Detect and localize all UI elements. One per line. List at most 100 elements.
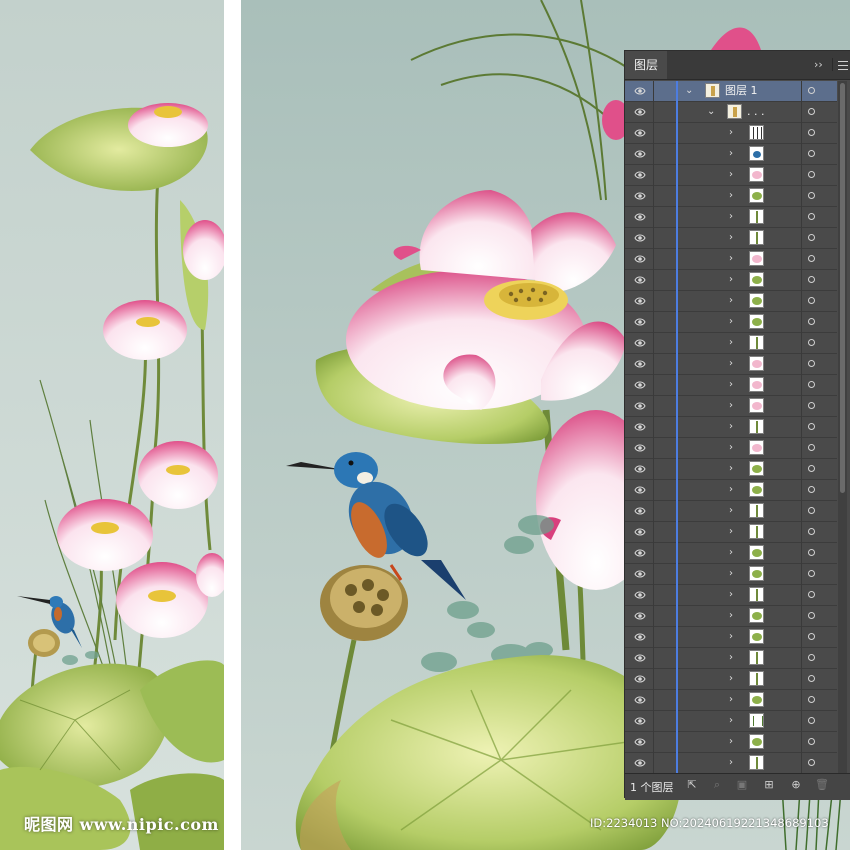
eye-icon[interactable]	[634, 527, 646, 537]
chevron-right-icon[interactable]: ›	[729, 714, 733, 728]
export-icon[interactable]: ⇱	[686, 779, 698, 791]
eye-icon[interactable]	[634, 443, 646, 453]
target-circle-icon[interactable]	[808, 570, 815, 577]
eye-icon[interactable]	[634, 212, 646, 222]
chevron-right-icon[interactable]: ›	[729, 756, 733, 770]
chevron-right-icon[interactable]: ›	[729, 630, 733, 644]
eye-icon[interactable]	[634, 632, 646, 642]
chevron-right-icon[interactable]: ›	[729, 546, 733, 560]
layer-row[interactable]: ›	[625, 690, 837, 711]
chevron-right-icon[interactable]: ›	[729, 273, 733, 287]
layer-name[interactable]: 图层 1	[725, 84, 758, 98]
layer-row[interactable]: ›	[625, 459, 837, 480]
chevron-right-icon[interactable]: ›	[729, 168, 733, 182]
layer-row[interactable]: ›	[625, 270, 837, 291]
eye-icon[interactable]	[634, 464, 646, 474]
eye-icon[interactable]	[634, 737, 646, 747]
target-circle-icon[interactable]	[808, 633, 815, 640]
target-circle-icon[interactable]	[808, 234, 815, 241]
eye-icon[interactable]	[634, 296, 646, 306]
layer-row[interactable]: ›	[625, 564, 837, 585]
layer-row[interactable]: ›	[625, 669, 837, 690]
target-circle-icon[interactable]	[808, 423, 815, 430]
eye-icon[interactable]	[634, 128, 646, 138]
tab-layers[interactable]: 图层	[625, 51, 668, 79]
layer-row[interactable]: ›	[625, 501, 837, 522]
panel-menu-icon[interactable]	[832, 58, 850, 71]
target-circle-icon[interactable]	[808, 87, 815, 94]
layer-row[interactable]: ›	[625, 585, 837, 606]
layer-row[interactable]: ›	[625, 543, 837, 564]
target-circle-icon[interactable]	[808, 318, 815, 325]
eye-icon[interactable]	[634, 485, 646, 495]
chevron-right-icon[interactable]: ›	[729, 588, 733, 602]
target-circle-icon[interactable]	[808, 528, 815, 535]
target-circle-icon[interactable]	[808, 549, 815, 556]
eye-icon[interactable]	[634, 149, 646, 159]
layer-row[interactable]: ›	[625, 648, 837, 669]
layer-row-top[interactable]: ⌄ 图层 1	[625, 81, 837, 102]
layer-row[interactable]: ›	[625, 732, 837, 753]
target-circle-icon[interactable]	[808, 486, 815, 493]
eye-icon[interactable]	[634, 401, 646, 411]
target-circle-icon[interactable]	[808, 612, 815, 619]
chevron-right-icon[interactable]: ›	[729, 315, 733, 329]
chevron-right-icon[interactable]: ›	[729, 378, 733, 392]
layer-row[interactable]: ›	[625, 522, 837, 543]
layer-row[interactable]: ›	[625, 186, 837, 207]
target-circle-icon[interactable]	[808, 759, 815, 766]
layer-row[interactable]: ›	[625, 753, 837, 773]
target-circle-icon[interactable]	[808, 150, 815, 157]
layer-row-group[interactable]: ⌄ . . .	[625, 102, 837, 123]
eye-icon[interactable]	[634, 653, 646, 663]
eye-icon[interactable]	[634, 590, 646, 600]
target-circle-icon[interactable]	[808, 129, 815, 136]
chevron-right-icon[interactable]: ›	[729, 189, 733, 203]
layer-row[interactable]: ›	[625, 606, 837, 627]
eye-icon[interactable]	[634, 275, 646, 285]
chevron-right-icon[interactable]: ›	[729, 735, 733, 749]
chevron-right-icon[interactable]: ›	[729, 567, 733, 581]
collapse-panel-icon[interactable]: ››	[814, 58, 823, 71]
layer-row[interactable]: ›	[625, 375, 837, 396]
eye-icon[interactable]	[634, 548, 646, 558]
chevron-right-icon[interactable]: ›	[729, 126, 733, 140]
layer-row[interactable]: ›	[625, 417, 837, 438]
chevron-right-icon[interactable]: ›	[729, 462, 733, 476]
target-circle-icon[interactable]	[808, 171, 815, 178]
layers-scrollbar[interactable]	[838, 81, 847, 773]
chevron-right-icon[interactable]: ›	[729, 147, 733, 161]
eye-icon[interactable]	[634, 569, 646, 579]
chevron-right-icon[interactable]: ›	[729, 294, 733, 308]
layer-row[interactable]: ›	[625, 480, 837, 501]
target-circle-icon[interactable]	[808, 402, 815, 409]
layer-row[interactable]: ›	[625, 354, 837, 375]
eye-icon[interactable]	[634, 422, 646, 432]
trash-icon[interactable]: 🗑	[815, 779, 829, 791]
chevron-right-icon[interactable]: ›	[729, 504, 733, 518]
chevron-right-icon[interactable]: ›	[729, 252, 733, 266]
layer-row[interactable]: ›	[625, 207, 837, 228]
layer-row[interactable]: ›	[625, 291, 837, 312]
layer-row[interactable]: ›	[625, 711, 837, 732]
new-sublayer-icon[interactable]: ⊞	[761, 779, 777, 791]
eye-icon[interactable]	[634, 86, 646, 96]
eye-icon[interactable]	[634, 611, 646, 621]
scrollbar-thumb[interactable]	[840, 83, 845, 493]
target-circle-icon[interactable]	[808, 465, 815, 472]
chevron-right-icon[interactable]: ›	[729, 609, 733, 623]
chevron-right-icon[interactable]: ›	[729, 231, 733, 245]
layer-row[interactable]: ›	[625, 627, 837, 648]
target-circle-icon[interactable]	[808, 381, 815, 388]
chevron-right-icon[interactable]: ›	[729, 672, 733, 686]
eye-icon[interactable]	[634, 359, 646, 369]
target-circle-icon[interactable]	[808, 696, 815, 703]
eye-icon[interactable]	[634, 233, 646, 243]
eye-icon[interactable]	[634, 254, 646, 264]
target-circle-icon[interactable]	[808, 675, 815, 682]
target-circle-icon[interactable]	[808, 507, 815, 514]
target-circle-icon[interactable]	[808, 213, 815, 220]
chevron-right-icon[interactable]: ›	[729, 210, 733, 224]
eye-icon[interactable]	[634, 170, 646, 180]
new-layer-icon[interactable]: ⊕	[790, 779, 802, 791]
